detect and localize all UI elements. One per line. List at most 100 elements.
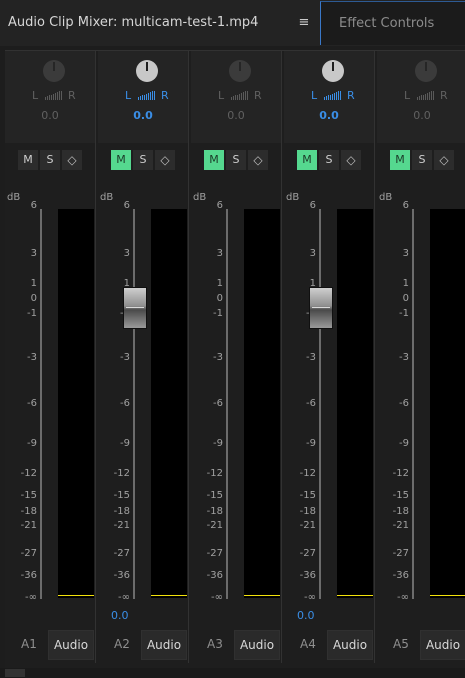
- db-tick: -27: [20, 548, 37, 559]
- channel-name: A5: [393, 637, 409, 651]
- pan-knob[interactable]: [415, 60, 437, 82]
- pan-value[interactable]: 0.0: [284, 109, 374, 122]
- pan-knob[interactable]: [322, 60, 344, 82]
- keyframe-icon[interactable]: ◇: [155, 150, 175, 170]
- pan-value[interactable]: 0.0: [98, 109, 188, 122]
- volume-fader-track[interactable]: [133, 209, 135, 599]
- solo-button[interactable]: S: [412, 150, 432, 170]
- db-tick: -15: [113, 490, 130, 501]
- db-tick: -12: [113, 468, 130, 479]
- solo-button[interactable]: S: [133, 150, 153, 170]
- db-tick: 3: [402, 248, 409, 259]
- volume-fader-track[interactable]: [412, 209, 414, 599]
- meter-peak-line: [151, 595, 187, 596]
- db-tick: -18: [392, 506, 409, 517]
- db-tick: -15: [299, 490, 316, 501]
- pan-scale-icon: [229, 91, 251, 101]
- volume-fader-handle[interactable]: [309, 287, 333, 329]
- db-tick: 6: [309, 200, 316, 211]
- volume-fader-track[interactable]: [319, 209, 321, 599]
- hamburger-icon[interactable]: ≡: [297, 15, 311, 30]
- output-assign-button[interactable]: Audio: [234, 630, 280, 660]
- pan-left-label: L: [32, 89, 39, 102]
- pan-scale-icon: [43, 91, 65, 101]
- db-scale: 6310-1-3-6-9-12-15-18-21-27-36-∞: [191, 200, 231, 603]
- mute-button[interactable]: M: [297, 150, 317, 170]
- db-tick: 6: [216, 200, 223, 211]
- pan-right-label: R: [68, 89, 76, 102]
- pan-lr-row: LR: [284, 89, 374, 103]
- tab-audio-clip-mixer[interactable]: Audio Clip Mixer: multicam-test-1.mp4 ≡: [0, 0, 318, 46]
- db-tick: -1: [27, 308, 37, 319]
- db-tick: -1: [213, 308, 223, 319]
- db-tick: -12: [206, 468, 223, 479]
- tab-effect-controls[interactable]: Effect Controls: [320, 1, 465, 45]
- channel-name: A2: [114, 637, 130, 651]
- channel-header: L R 0.0: [284, 51, 374, 143]
- channel-strip: LR0.0MS◇dB6310-1-3-6-9-12-15-18-21-27-36…: [5, 51, 96, 663]
- pan-lr-row: LR: [191, 89, 281, 103]
- db-tick: 6: [402, 200, 409, 211]
- level-meter: [244, 209, 280, 598]
- db-tick: -36: [20, 570, 37, 581]
- db-tick: -27: [113, 548, 130, 559]
- db-tick: -21: [113, 520, 130, 531]
- pan-knob[interactable]: [43, 60, 65, 82]
- output-assign-button[interactable]: Audio: [327, 630, 373, 660]
- db-scale: 6310-1-3-6-9-12-15-18-21-27-36-∞: [377, 200, 417, 603]
- pan-value[interactable]: 0.0: [5, 109, 95, 122]
- db-tick: -1: [399, 308, 409, 319]
- level-meter: [337, 209, 373, 598]
- volume-fader-handle[interactable]: [123, 287, 147, 329]
- keyframe-icon[interactable]: ◇: [434, 150, 454, 170]
- output-assign-button[interactable]: Audio: [48, 630, 94, 660]
- meter-peak-line: [244, 595, 280, 596]
- scrollbar-thumb[interactable]: [5, 669, 25, 677]
- db-tick: 3: [123, 248, 130, 259]
- channel-name: A3: [207, 637, 223, 651]
- db-tick: -9: [399, 438, 409, 449]
- db-tick: -18: [206, 506, 223, 517]
- pan-knob[interactable]: [229, 60, 251, 82]
- solo-button[interactable]: S: [40, 150, 60, 170]
- db-scale: 6310-1-3-6-9-12-15-18-21-27-36-∞: [284, 200, 324, 603]
- channel-strip: LR0.0MS◇dB6310-1-3-6-9-12-15-18-21-27-36…: [98, 51, 189, 663]
- pan-right-label: R: [254, 89, 262, 102]
- mute-button[interactable]: M: [390, 150, 410, 170]
- pan-left-label: L: [311, 89, 318, 102]
- db-tick: -21: [206, 520, 223, 531]
- volume-fader-track[interactable]: [40, 209, 42, 599]
- mute-button[interactable]: M: [204, 150, 224, 170]
- pan-right-label: R: [440, 89, 448, 102]
- channel-name: A1: [21, 637, 37, 651]
- db-tick: 1: [216, 278, 223, 289]
- channel-strip: LR0.0MS◇dB6310-1-3-6-9-12-15-18-21-27-36…: [377, 51, 465, 663]
- output-assign-button[interactable]: Audio: [141, 630, 187, 660]
- channel-buttons: M S ◇: [18, 150, 82, 170]
- keyframe-icon[interactable]: ◇: [62, 150, 82, 170]
- output-assign-button[interactable]: Audio: [420, 630, 465, 660]
- db-tick: -∞: [397, 592, 409, 603]
- pan-value[interactable]: 0.0: [191, 109, 281, 122]
- mute-button[interactable]: M: [18, 150, 38, 170]
- db-tick: -6: [213, 398, 223, 409]
- horizontal-scrollbar[interactable]: [0, 668, 465, 678]
- panel-header: Audio Clip Mixer: multicam-test-1.mp4 ≡ …: [0, 0, 465, 46]
- keyframe-icon[interactable]: ◇: [341, 150, 361, 170]
- keyframe-icon[interactable]: ◇: [248, 150, 268, 170]
- pan-value[interactable]: 0.0: [377, 109, 465, 122]
- channel-buttons: M S ◇: [297, 150, 361, 170]
- db-tick: -6: [306, 398, 316, 409]
- channel-footer: A4 Audio: [284, 621, 374, 663]
- pan-knob[interactable]: [136, 60, 158, 82]
- mute-button[interactable]: M: [111, 150, 131, 170]
- meter-peak-line: [58, 595, 94, 596]
- volume-fader-track[interactable]: [226, 209, 228, 599]
- solo-button[interactable]: S: [319, 150, 339, 170]
- db-tick: -18: [20, 506, 37, 517]
- channel-footer: A5 Audio: [377, 621, 465, 663]
- channel-header: L R 0.0: [377, 51, 465, 143]
- db-tick: -3: [399, 352, 409, 363]
- db-tick: -15: [392, 490, 409, 501]
- solo-button[interactable]: S: [226, 150, 246, 170]
